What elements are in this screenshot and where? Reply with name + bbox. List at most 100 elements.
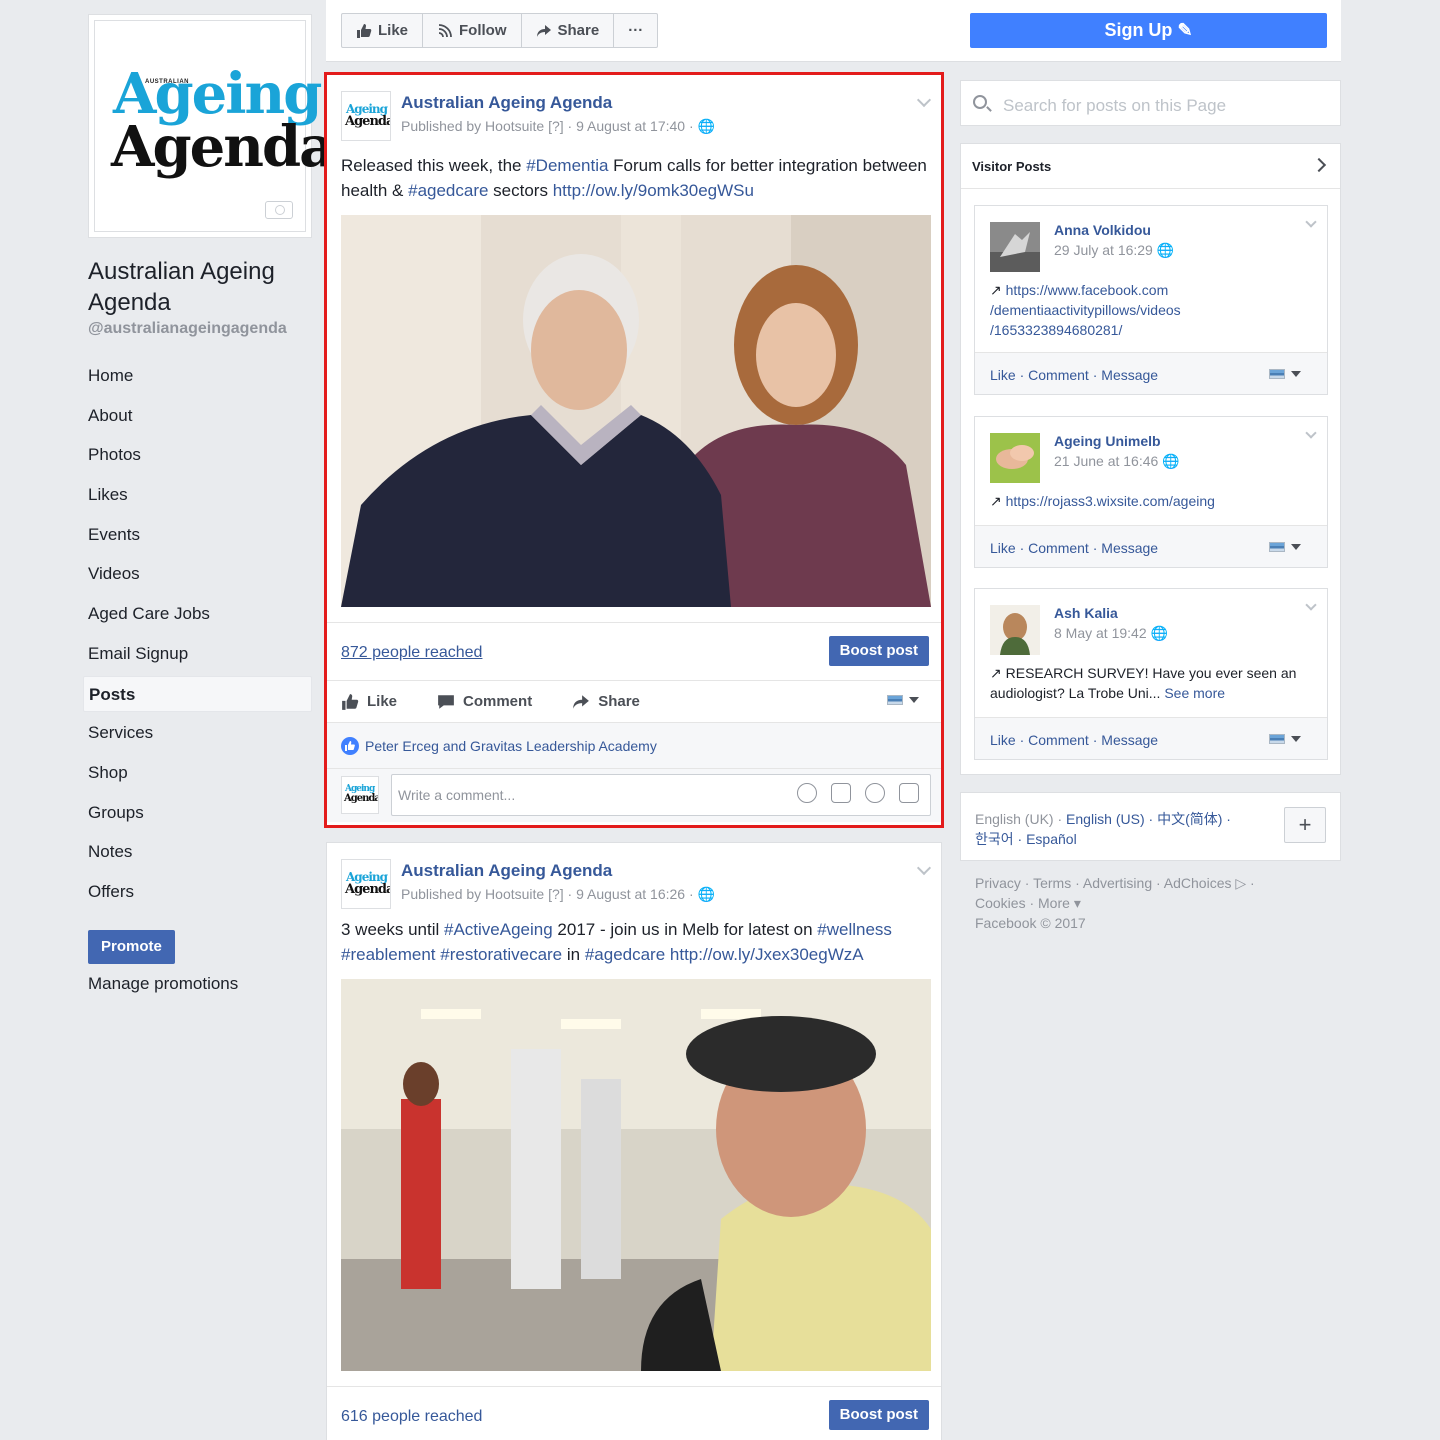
visitor-post-chevron-icon[interactable]	[1305, 427, 1317, 439]
gif-icon[interactable]	[865, 783, 885, 803]
footer-links: Privacy · Terms · Advertising · AdChoice…	[975, 875, 1255, 931]
visitor-avatar[interactable]	[990, 222, 1040, 272]
visitor-post-date-text[interactable]: 8 May at 19:42	[1054, 625, 1147, 641]
visitor-message-link[interactable]: Message	[1101, 732, 1158, 748]
visitor-post-link[interactable]: https://rojass3.wixsite.com/ageing	[1006, 493, 1215, 509]
visitor-post-date-text[interactable]: 29 July at 16:29	[1054, 242, 1153, 258]
search-input[interactable]: Search for posts on this Page	[1003, 96, 1226, 116]
post-author-link[interactable]: Australian Ageing Agenda	[401, 93, 612, 113]
language-option-links[interactable]: English (US) · 中文(简体) ·	[1066, 811, 1231, 827]
post-options-chevron-icon[interactable]	[916, 92, 932, 108]
language-option-links[interactable]: 한국어 · Español	[975, 831, 1077, 847]
post-photo[interactable]	[341, 979, 931, 1371]
likers-names-link[interactable]: Peter Erceg and Gravitas Leadership Acad…	[365, 738, 657, 754]
footer-links-line-2[interactable]: Cookies · More	[975, 895, 1070, 911]
sign-up-button[interactable]: Sign Up ✎	[970, 13, 1327, 48]
nav-item-home[interactable]: Home	[83, 358, 312, 394]
post-as-selector[interactable]	[1269, 369, 1301, 379]
people-reached-link[interactable]: 872 people reached	[341, 644, 482, 662]
hashtag-link[interactable]: #ActiveAgeing	[444, 920, 553, 939]
nav-item-likes[interactable]: Likes	[83, 477, 312, 513]
camera-icon[interactable]	[831, 783, 851, 803]
nav-item-offers[interactable]: Offers	[83, 874, 312, 910]
see-more-link[interactable]: See more	[1164, 685, 1225, 701]
people-reached-link[interactable]: 616 people reached	[341, 1408, 482, 1426]
sticker-icon[interactable]	[899, 783, 919, 803]
avatar-photo	[990, 222, 1040, 272]
language-list: English (UK) · English (US) · 中文(简体) · 한…	[975, 811, 1231, 847]
visitor-post-link[interactable]: https://www.facebook.com	[1006, 282, 1169, 298]
chevron-right-icon[interactable]	[1311, 157, 1327, 173]
post-as-selector[interactable]	[887, 695, 919, 705]
post-as-selector[interactable]	[1269, 734, 1301, 744]
hashtag-link[interactable]: #agedcare	[585, 945, 665, 964]
post-author-link[interactable]: Australian Ageing Agenda	[401, 861, 612, 881]
post-options-chevron-icon[interactable]	[916, 860, 932, 876]
visitor-posts-header[interactable]: Visitor Posts	[961, 144, 1340, 189]
boost-post-button[interactable]: Boost post	[828, 1400, 929, 1430]
nav-item-notes[interactable]: Notes	[83, 834, 312, 870]
visitor-avatar[interactable]	[990, 605, 1040, 655]
page-avatar[interactable]: Ageing Agenda	[341, 859, 391, 909]
follow-page-button[interactable]: Follow	[423, 14, 522, 47]
visitor-post-chevron-icon[interactable]	[1305, 216, 1317, 228]
nav-item-posts[interactable]: Posts	[83, 675, 312, 712]
visitor-comment-link[interactable]: Comment	[1028, 732, 1089, 748]
nav-item-services[interactable]: Services	[83, 715, 312, 751]
visitor-post-date-text[interactable]: 21 June at 16:46	[1054, 453, 1158, 469]
avatar-logo-line-2: Agenda	[345, 882, 391, 897]
post-url-link[interactable]: http://ow.ly/9omk30egWSu	[553, 181, 754, 200]
hashtag-link[interactable]: #wellness	[817, 920, 892, 939]
visitor-post-chevron-icon[interactable]	[1305, 599, 1317, 611]
page-handle[interactable]: @australianageingagenda	[88, 320, 312, 338]
footer-links-line-1[interactable]: Privacy · Terms · Advertising · AdChoice…	[975, 875, 1232, 891]
post-url-link[interactable]: http://ow.ly/Jxex30egWzA	[670, 945, 864, 964]
visitor-name-link[interactable]: Anna Volkidou	[1054, 222, 1151, 238]
promote-button[interactable]: Promote	[88, 929, 175, 964]
post-meta-text[interactable]: Published by Hootsuite [?] · 9 August at…	[401, 118, 694, 134]
page-post-search[interactable]: Search for posts on this Page	[960, 80, 1341, 126]
visitor-avatar[interactable]	[990, 433, 1040, 483]
hashtag-link[interactable]: #agedcare	[408, 181, 488, 200]
visitor-message-link[interactable]: Message	[1101, 367, 1158, 383]
nav-item-photos[interactable]: Photos	[83, 437, 312, 473]
camera-icon[interactable]	[265, 201, 293, 219]
post-meta-text[interactable]: Published by Hootsuite [?] · 9 August at…	[401, 886, 694, 902]
page-avatar[interactable]: Ageing Agenda	[341, 91, 391, 141]
more-options-button[interactable]: ···	[614, 14, 657, 47]
boost-post-button[interactable]: Boost post	[828, 636, 929, 666]
nav-item-shop[interactable]: Shop	[83, 755, 312, 791]
hashtag-link[interactable]: #reablement	[341, 945, 436, 964]
visitor-comment-link[interactable]: Comment	[1028, 367, 1089, 383]
share-post-button[interactable]: Share	[572, 693, 640, 711]
visitor-post-link[interactable]: /1653323894680281/	[990, 322, 1122, 338]
visitor-like-link[interactable]: Like	[990, 367, 1016, 383]
like-post-button[interactable]: Like	[341, 693, 397, 711]
nav-item-videos[interactable]: Videos	[83, 556, 312, 592]
hashtag-link[interactable]: #Dementia	[526, 156, 608, 175]
visitor-message-link[interactable]: Message	[1101, 540, 1158, 556]
emoji-icon[interactable]	[797, 783, 817, 803]
post-text-part: sectors	[488, 181, 553, 200]
visitor-comment-link[interactable]: Comment	[1028, 540, 1089, 556]
visitor-post-link[interactable]: /dementiaactivitypillows/videos	[990, 302, 1181, 318]
like-page-button[interactable]: Like	[342, 14, 424, 47]
visitor-like-link[interactable]: Like	[990, 732, 1016, 748]
nav-item-groups[interactable]: Groups	[83, 795, 312, 831]
nav-item-email-signup[interactable]: Email Signup	[83, 636, 312, 672]
share-page-button[interactable]: Share	[522, 14, 615, 47]
post-photo[interactable]	[341, 215, 931, 607]
nav-item-events[interactable]: Events	[83, 517, 312, 553]
nav-item-about[interactable]: About	[83, 398, 312, 434]
visitor-name-link[interactable]: Ash Kalia	[1054, 605, 1118, 621]
more-languages-button[interactable]: +	[1284, 807, 1326, 843]
post-as-selector[interactable]	[1269, 542, 1301, 552]
page-title[interactable]: Australian Ageing Agenda	[88, 256, 312, 318]
hashtag-link[interactable]: #restorativecare	[440, 945, 562, 964]
manage-promotions-link[interactable]: Manage promotions	[88, 974, 312, 994]
comment-post-button[interactable]: Comment	[437, 693, 532, 711]
visitor-like-link[interactable]: Like	[990, 540, 1016, 556]
nav-item-aged-care-jobs[interactable]: Aged Care Jobs	[83, 596, 312, 632]
visitor-name-link[interactable]: Ageing Unimelb	[1054, 433, 1161, 449]
page-profile-picture[interactable]: AUSTRALIAN Ageing Agenda	[88, 14, 335, 238]
